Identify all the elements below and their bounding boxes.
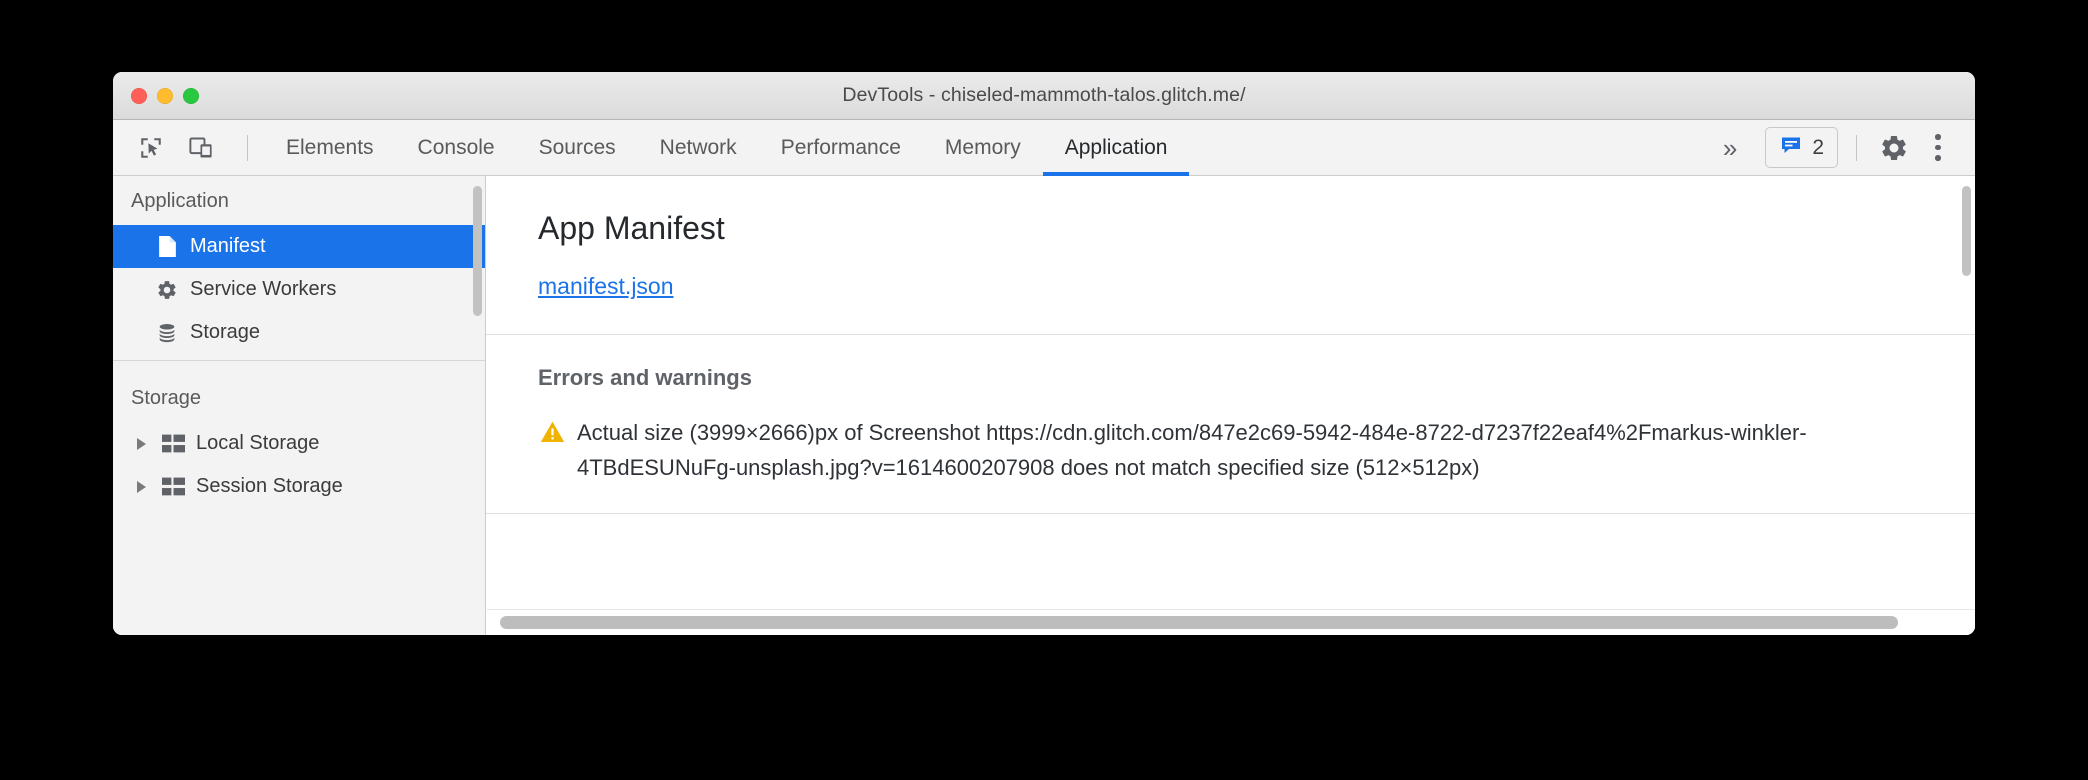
tab-console[interactable]: Console [396,120,517,175]
window-title: DevTools - chiseled-mammoth-talos.glitch… [842,84,1246,106]
warning-triangle-icon [540,420,565,485]
tab-label: Performance [780,135,901,159]
tab-elements[interactable]: Elements [264,120,396,175]
devtools-body: Application Manifest Service Workers Sto… [113,176,1975,635]
section-divider [486,513,1975,514]
sidebar-item-label: Local Storage [196,432,320,454]
sidebar-item-label: Service Workers [190,278,337,300]
sidebar-item-service-workers[interactable]: Service Workers [113,268,485,311]
inspect-element-icon[interactable] [131,128,171,168]
sidebar-item-storage[interactable]: Storage [113,311,485,354]
sidebar-item-local-storage[interactable]: Local Storage [113,422,485,465]
more-tabs-chevron-icon[interactable]: » [1707,135,1753,161]
manifest-header: App Manifest manifest.json [486,176,1975,334]
application-sidebar: Application Manifest Service Workers Sto… [113,176,486,635]
tab-memory[interactable]: Memory [923,120,1043,175]
document-icon [155,235,179,259]
gear-icon [155,278,179,302]
errors-and-warnings-section: Errors and warnings [486,335,1975,391]
horizontal-scrollbar-thumb[interactable] [500,616,1898,629]
minimize-window-button[interactable] [157,87,173,104]
tab-sources[interactable]: Sources [517,120,638,175]
device-toolbar-icon[interactable] [181,128,221,168]
kebab-dot [1935,144,1941,151]
tabbar-right-divider [1856,134,1857,161]
maximize-window-button[interactable] [183,87,199,104]
table-icon [161,432,185,456]
sidebar-section-title-storage: Storage [131,387,202,409]
tab-performance[interactable]: Performance [759,120,923,175]
sidebar-item-label: Storage [190,321,261,343]
table-icon [161,475,185,499]
devtools-tabbar: Elements Console Sources Network Perform… [113,120,1975,176]
sidebar-section-title-application: Application [131,190,229,212]
tab-label: Memory [944,135,1021,159]
tab-network[interactable]: Network [638,120,759,175]
tabbar-right-controls: » 2 [1707,120,1975,175]
database-icon [155,321,179,345]
kebab-dot [1935,134,1941,140]
tab-label: Application [1064,135,1168,159]
sidebar-item-session-storage[interactable]: Session Storage [113,465,485,508]
sidebar-item-label: Manifest [190,235,266,257]
sidebar-item-label: Session Storage [196,475,343,497]
tabbar-divider [247,134,248,161]
traffic-lights [131,87,199,104]
horizontal-scrollbar[interactable] [487,609,1975,635]
tab-label: Console [417,135,495,159]
chevron-right-icon[interactable] [137,480,146,493]
message-icon [1779,133,1803,162]
devtools-window: DevTools - chiseled-mammoth-talos.glitch… [113,72,1975,635]
manifest-panel: App Manifest manifest.json Errors and wa… [486,176,1975,635]
gear-icon[interactable] [1871,125,1917,171]
tab-application[interactable]: Application [1042,120,1190,176]
close-window-button[interactable] [131,87,147,104]
section-title: Errors and warnings [538,365,752,390]
tab-label: Sources [538,135,616,159]
message-count-badge[interactable]: 2 [1765,127,1838,168]
manifest-json-link[interactable]: manifest.json [538,273,674,300]
tab-label: Network [659,135,737,159]
page-title: App Manifest [538,210,725,246]
window-titlebar: DevTools - chiseled-mammoth-talos.glitch… [113,72,1975,120]
kebab-dot [1935,155,1941,161]
chevron-right-icon[interactable] [137,437,146,450]
sidebar-scrollbar-thumb[interactable] [473,186,482,316]
kebab-menu-icon[interactable] [1919,125,1957,171]
warning-item: Actual size (3999×2666)px of Screenshot … [486,391,1975,485]
main-vertical-scrollbar-thumb[interactable] [1962,186,1971,276]
panel-tabs: Elements Console Sources Network Perform… [264,120,1190,176]
sidebar-item-manifest[interactable]: Manifest [113,225,485,268]
warning-message: Actual size (3999×2666)px of Screenshot … [577,420,1807,480]
tabbar-left-icons [113,120,264,175]
message-count: 2 [1812,136,1824,159]
tab-label: Elements [286,135,374,159]
